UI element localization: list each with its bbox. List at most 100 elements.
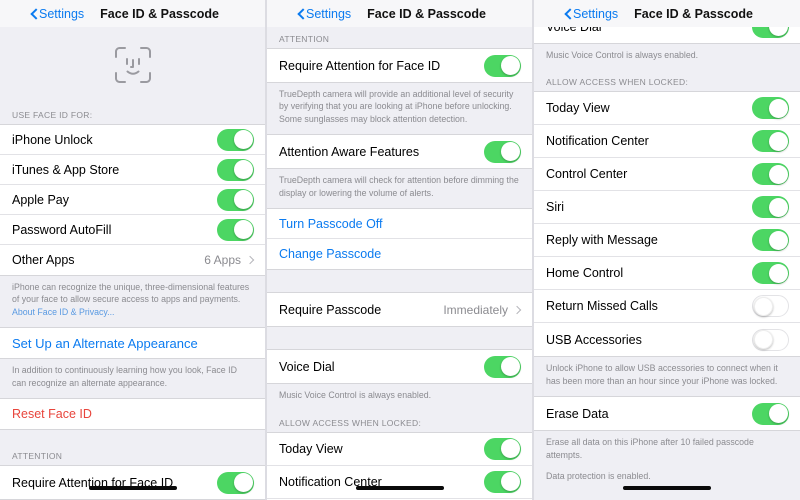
row-label: Password AutoFill [12, 222, 112, 237]
group-alternate-appearance: Set Up an Alternate Appearance [0, 327, 265, 360]
row-label: Reset Face ID [12, 407, 92, 422]
group-reset-face-id: Reset Face ID [0, 398, 265, 431]
toggle-knob [753, 296, 773, 316]
toggle-voice-dial[interactable] [752, 27, 789, 38]
toggle-knob [768, 263, 788, 283]
chevron-left-icon [564, 8, 571, 20]
chevron-left-icon [297, 8, 304, 20]
row-notification-center[interactable]: Notification Center [267, 465, 532, 499]
row-attention-aware-features[interactable]: Attention Aware Features [267, 135, 532, 169]
back-button-label: Settings [573, 6, 619, 21]
toggle-notification-center[interactable] [484, 470, 521, 493]
toggle-knob [500, 357, 520, 377]
navigation-bar-2: Settings Face ID & Passcode [267, 0, 532, 27]
toggle-require-attention[interactable] [217, 471, 254, 494]
group-attention-aware: Attention Aware Features [267, 134, 532, 170]
row-label: Today View [546, 101, 610, 116]
toggle-today-view[interactable] [752, 97, 789, 120]
row-erase-data[interactable]: Erase Data [534, 397, 800, 431]
row-notification-center[interactable]: Notification Center [534, 125, 800, 159]
row-siri[interactable]: Siri [534, 191, 800, 225]
row-label: Today View [279, 441, 343, 456]
note-voice-control: Music Voice Control is always enabled. [279, 390, 432, 401]
toggle-knob [500, 56, 520, 75]
toggle-iphone-unlock[interactable] [217, 128, 254, 151]
toggle-knob [500, 142, 520, 162]
toggle-control-center[interactable] [752, 163, 789, 186]
scroll-body-2[interactable]: ATTENTION Require Attention for Face ID … [267, 27, 532, 500]
row-usb-accessories[interactable]: USB Accessories [534, 323, 800, 357]
toggle-erase-data[interactable] [752, 402, 789, 425]
chevron-right-icon [246, 254, 254, 266]
home-indicator-3 [623, 486, 711, 490]
row-label: Notification Center [546, 134, 649, 149]
row-change-passcode[interactable]: Change Passcode [267, 239, 532, 270]
toggle-reply-with-message[interactable] [752, 229, 789, 252]
back-button-settings[interactable]: Settings [564, 7, 618, 21]
row-password-autofill[interactable]: Password AutoFill [0, 215, 265, 245]
toggle-itunes-app-store[interactable] [217, 158, 254, 181]
row-value: Immediately [443, 302, 508, 317]
row-label: Home Control [546, 266, 624, 281]
group-voice-dial: Voice Dial [267, 349, 532, 385]
phone-panel-2: Settings Face ID & Passcode ATTENTION Re… [267, 0, 534, 500]
scroll-body-1[interactable]: USE FACE ID FOR: iPhone Unlock iTunes & … [0, 27, 265, 500]
about-face-id-privacy-link[interactable]: About Face ID & Privacy... [12, 307, 115, 317]
row-label: Attention Aware Features [279, 144, 420, 159]
bottom-spacer [534, 492, 800, 500]
row-require-attention-for-face-id[interactable]: Require Attention for Face ID [267, 49, 532, 82]
toggle-knob [233, 220, 253, 239]
back-button-settings[interactable]: Settings [297, 7, 351, 21]
group-attention-1: Require Attention for Face ID [0, 465, 265, 500]
page-title: Face ID & Passcode [634, 6, 753, 21]
row-reply-with-message[interactable]: Reply with Message [534, 224, 800, 258]
toggle-voice-dial[interactable] [484, 355, 521, 378]
row-require-attention-for-face-id[interactable]: Require Attention for Face ID [0, 466, 265, 500]
row-home-control[interactable]: Home Control [534, 257, 800, 291]
row-label: Turn Passcode Off [279, 216, 383, 231]
row-label: Return Missed Calls [546, 299, 658, 314]
row-control-center[interactable]: Control Center [534, 158, 800, 192]
toggle-require-attention[interactable] [484, 54, 521, 77]
row-return-missed-calls[interactable]: Return Missed Calls [534, 290, 800, 324]
row-voice-dial[interactable]: Voice Dial [267, 350, 532, 384]
toggle-knob [233, 130, 253, 149]
row-reset-face-id[interactable]: Reset Face ID [0, 399, 265, 430]
row-turn-passcode-off[interactable]: Turn Passcode Off [267, 209, 532, 240]
toggle-attention-aware[interactable] [484, 140, 521, 163]
back-button-settings[interactable]: Settings [30, 7, 84, 21]
row-label: Reply with Message [546, 233, 658, 248]
row-label: Voice Dial [546, 27, 752, 34]
toggle-today-view[interactable] [484, 437, 521, 460]
chevron-left-icon [30, 8, 37, 20]
toggle-apple-pay[interactable] [217, 188, 254, 211]
row-label: Set Up an Alternate Appearance [12, 335, 198, 351]
row-itunes-app-store[interactable]: iTunes & App Store [0, 155, 265, 185]
row-voice-dial[interactable]: Voice Dial [534, 27, 800, 43]
toggle-return-missed-calls[interactable] [752, 295, 789, 318]
toggle-usb-accessories[interactable] [752, 328, 789, 351]
row-require-passcode[interactable]: Require Passcode Immediately [267, 293, 532, 327]
row-label: Apple Pay [12, 192, 69, 207]
row-set-up-alternate-appearance[interactable]: Set Up an Alternate Appearance [0, 328, 265, 359]
toggle-siri[interactable] [752, 196, 789, 219]
toggle-password-autofill[interactable] [217, 218, 254, 241]
chevron-right-icon [513, 304, 521, 316]
row-apple-pay[interactable]: Apple Pay [0, 185, 265, 215]
back-button-label: Settings [39, 6, 85, 21]
toggle-home-control[interactable] [752, 262, 789, 285]
page-title: Face ID & Passcode [367, 6, 486, 21]
group-passcode-actions: Turn Passcode Off Change Passcode [267, 208, 532, 271]
section-header-allow-access-2: ALLOW ACCESS WHEN LOCKED: [279, 417, 422, 428]
row-label: Voice Dial [279, 359, 335, 374]
row-iphone-unlock[interactable]: iPhone Unlock [0, 125, 265, 155]
phone-panel-1: Settings Face ID & Passcode USE FACE ID … [0, 0, 267, 500]
toggle-notification-center[interactable] [752, 130, 789, 153]
group-require-passcode: Require Passcode Immediately [267, 292, 532, 328]
section-header-allow-access-3: ALLOW ACCESS WHEN LOCKED: [546, 77, 689, 88]
note-voice-control: Music Voice Control is always enabled. [546, 50, 699, 60]
row-today-view[interactable]: Today View [267, 432, 532, 466]
row-other-apps[interactable]: Other Apps 6 Apps [0, 245, 265, 275]
row-today-view[interactable]: Today View [534, 92, 800, 126]
scroll-body-3[interactable]: Voice Dial Music Voice Control is always… [534, 27, 800, 500]
